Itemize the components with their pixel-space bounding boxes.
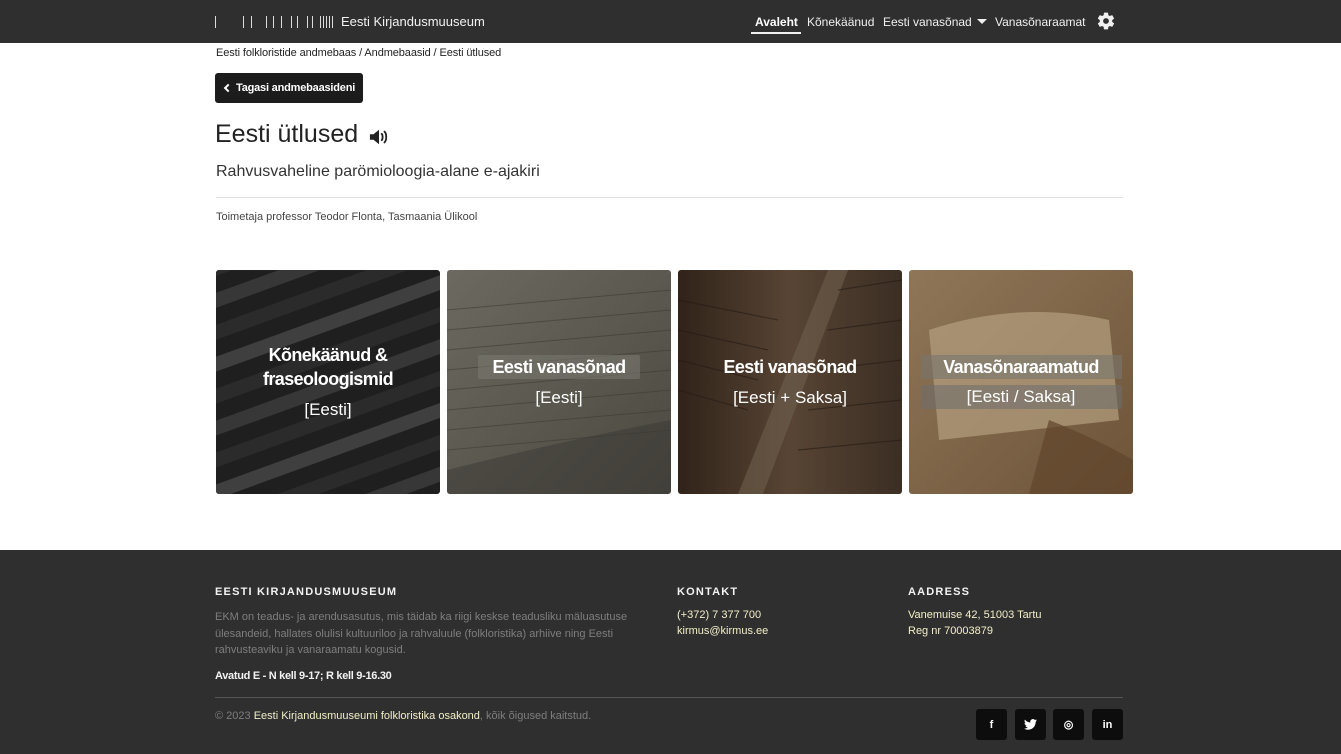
card-eesti-vanasonad-saksa[interactable]: Eesti vanasõnad [Eesti + Saksa] (678, 270, 902, 494)
top-navbar: Eesti Kirjandusmuuseum Avaleht Kõnekäänu… (0, 0, 1341, 43)
card-eesti-vanasonad-saksa-content: Eesti vanasõnad [Eesti + Saksa] (678, 270, 902, 494)
footer-address-heading: AADRESS (908, 586, 971, 598)
footer-address-line1: Vanemuise 42, 51003 Tartu (908, 609, 1042, 621)
twitter-button[interactable] (1015, 709, 1046, 740)
card-vanasonaraamatud-content: Vanasõnaraamatud [Eesti / Saksa] (909, 270, 1133, 494)
card-konekaanud-content: Kõnekäänud & fraseoloogismid [Eesti] (216, 270, 440, 494)
nav-link-avaleht[interactable]: Avaleht (755, 15, 798, 29)
card-konekaanud-sub: [Eesti] (304, 399, 352, 419)
footer-opening-hours: Avatud E - N kell 9-17; R kell 9-16.30 (215, 670, 392, 682)
footer-contact-heading: KONTAKT (677, 586, 739, 598)
editor-credit: Toimetaja professor Teodor Flonta, Tasma… (216, 211, 478, 223)
card-konekaanud-title-2: fraseoloogismid (262, 368, 394, 389)
card-eesti-vanasonad[interactable]: Eesti vanasõnad [Eesti] (447, 270, 671, 494)
page-subtitle: Rahvusvaheline parömioloogia-alane e-aja… (216, 163, 540, 180)
nav-link-eesti-vanasonad[interactable]: Eesti vanasõnad (883, 15, 972, 29)
page-title: Eesti ütlused (215, 120, 359, 148)
brand-name: Eesti Kirjandusmuuseum (341, 14, 485, 29)
barcode-logo-icon (215, 15, 333, 28)
footer-copyright: © 2023 Eesti Kirjandusmuuseumi folkloris… (215, 710, 591, 722)
card-konekaanud[interactable]: Kõnekäänud & fraseoloogismid [Eesti] (216, 270, 440, 494)
active-nav-indicator (751, 32, 801, 34)
breadcrumb[interactable]: Eesti folkloristide andmebaas / Andmebaa… (216, 47, 501, 59)
card-eesti-vanasonad-content: Eesti vanasõnad [Eesti] (447, 270, 671, 494)
card-eesti-vanasonad-sub: [Eesti] (535, 387, 583, 407)
footer-divider (215, 697, 1123, 698)
copyright-link[interactable]: Eesti Kirjandusmuuseumi folkloristika os… (254, 710, 480, 722)
nav-item-eesti-vanasonad[interactable]: Eesti vanasõnad (883, 0, 987, 43)
card-vanasonaraamatud-sub: [Eesti / Saksa] (920, 385, 1122, 409)
card-eesti-vanasonad-saksa-title: Eesti vanasõnad (723, 356, 857, 377)
linkedin-button[interactable]: in (1092, 709, 1123, 740)
nav-item-konekaanud[interactable]: Kõnekäänud (807, 0, 874, 43)
card-vanasonaraamatud[interactable]: Vanasõnaraamatud [Eesti / Saksa] (909, 270, 1133, 494)
nav-item-vanasonaraamat[interactable]: Vanasõnaraamat (995, 0, 1086, 43)
divider (216, 197, 1123, 198)
dribbble-button[interactable]: ◎ (1053, 709, 1084, 740)
footer-email[interactable]: kirmus@kirmus.ee (677, 625, 768, 637)
back-button-label: Tagasi andmebaasideni (236, 82, 356, 94)
footer-address-line2: Reg nr 70003879 (908, 625, 994, 637)
nav-link-vanasonaraamat[interactable]: Vanasõnaraamat (995, 15, 1086, 29)
nav-link-konekaanud[interactable]: Kõnekäänud (807, 15, 874, 29)
footer-about-heading: EESTI KIRJANDUSMUUSEUM (215, 586, 398, 598)
twitter-icon (1024, 719, 1037, 730)
card-eesti-vanasonad-saksa-sub: [Eesti + Saksa] (733, 387, 847, 407)
copyright-suffix: , kõik õigused kaitstud. (479, 710, 592, 722)
nav-item-avaleht[interactable]: Avaleht (755, 0, 798, 43)
footer-about-text: EKM on teadus- ja arendusasutus, mis täi… (215, 611, 628, 656)
facebook-button[interactable]: f (976, 709, 1007, 740)
card-vanasonaraamatud-title: Vanasõnaraamatud (920, 355, 1122, 379)
footer-phone[interactable]: (+372) 7 377 700 (677, 609, 761, 621)
dribbble-icon: ◎ (1063, 719, 1074, 731)
footer: EESTI KIRJANDUSMUUSEUM EKM on teadus- ja… (0, 550, 1341, 754)
linkedin-icon: in (1102, 718, 1113, 731)
speaker-icon[interactable] (368, 127, 390, 147)
card-konekaanud-title-1: Kõnekäänud & (268, 344, 388, 365)
brand-logo[interactable]: Eesti Kirjandusmuuseum (215, 0, 485, 43)
chevron-left-icon (223, 83, 233, 93)
page-title-row: Eesti ütlused (215, 120, 390, 149)
facebook-icon: f (989, 718, 994, 731)
gear-icon[interactable] (1096, 11, 1116, 31)
back-to-databases-button[interactable]: Tagasi andmebaasideni (215, 73, 363, 103)
copyright-prefix: © 2023 (215, 710, 251, 722)
caret-down-icon[interactable] (976, 19, 987, 24)
card-eesti-vanasonad-title: Eesti vanasõnad (478, 354, 640, 379)
